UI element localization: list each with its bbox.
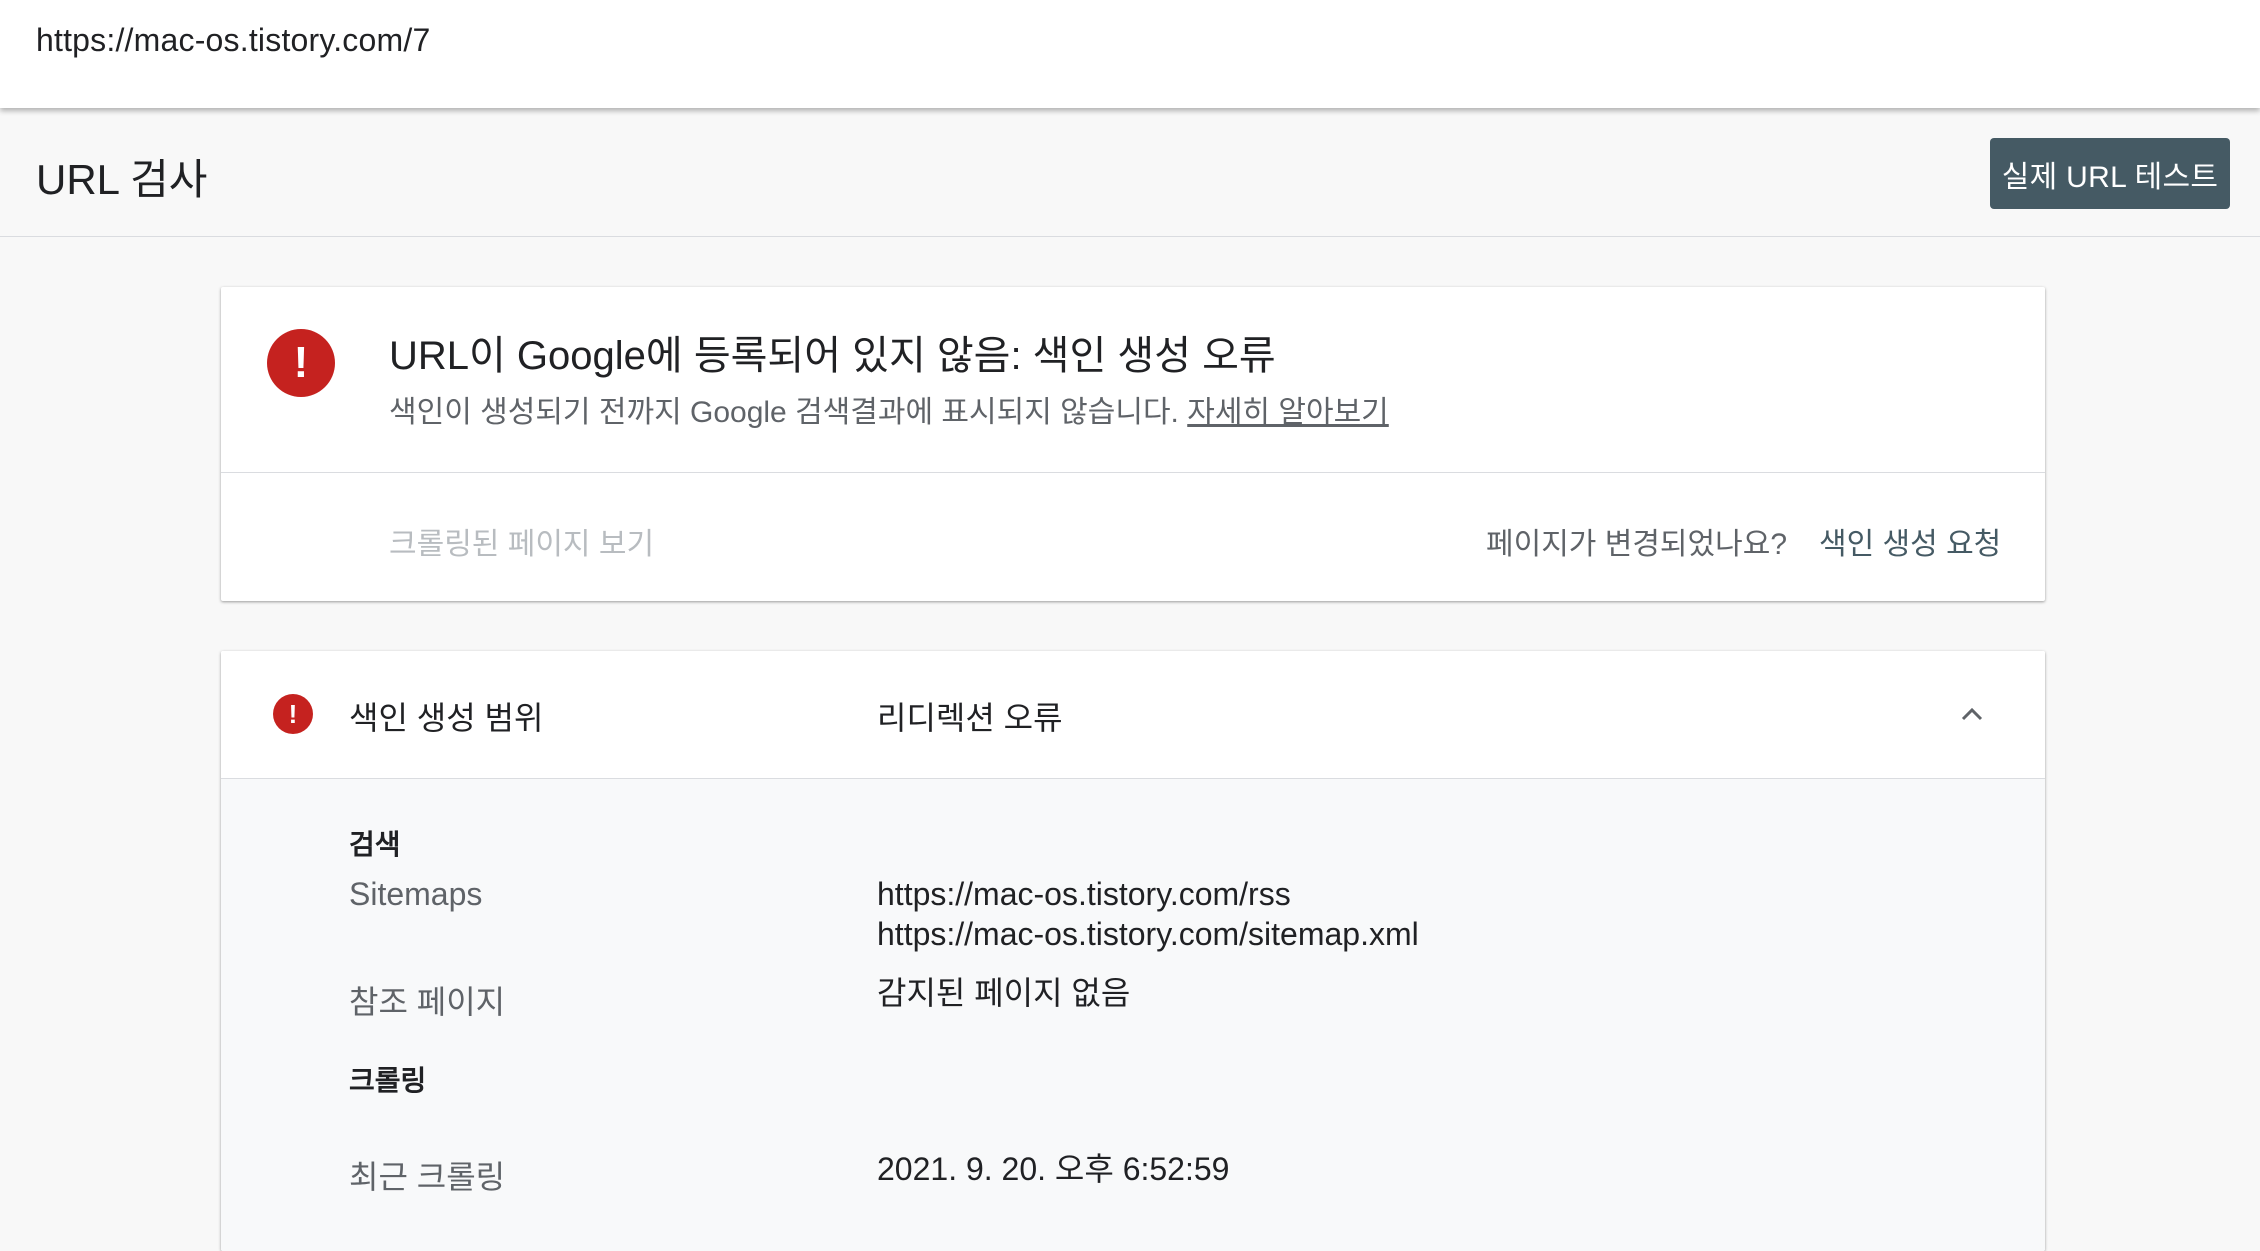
test-live-url-button[interactable]: 실제 URL 테스트 xyxy=(1990,138,2230,209)
view-crawled-page-button[interactable]: 크롤링된 페이지 보기 xyxy=(389,519,654,563)
coverage-value: 리디렉션 오류 xyxy=(877,700,1063,736)
request-indexing-button[interactable]: 색인 생성 요청 xyxy=(1819,519,2001,563)
referring-page-value: 감지된 페이지 없음 xyxy=(877,975,1131,1011)
inspected-url-input[interactable]: https://mac-os.tistory.com/7 xyxy=(36,22,430,59)
page-changed-question: 페이지가 변경되었나요? xyxy=(1486,528,1788,561)
status-card: ! URL이 Google에 등록되어 있지 않음: 색인 생성 오류 색인이 … xyxy=(221,287,2045,601)
error-icon: ! xyxy=(273,694,313,734)
status-subtitle: 색인이 생성되기 전까지 Google 검색결과에 표시되지 않습니다. 자세히… xyxy=(389,387,1389,431)
discovery-heading: 검색 xyxy=(349,829,401,860)
status-headline: URL이 Google에 등록되어 있지 않음: 색인 생성 오류 xyxy=(389,334,1276,378)
sitemaps-key: Sitemaps xyxy=(349,876,483,912)
sitemap-link[interactable]: https://mac-os.tistory.com/rss xyxy=(877,874,1419,914)
last-crawl-value: 2021. 9. 20. 오후 6:52:59 xyxy=(877,1151,1230,1187)
coverage-label: 색인 생성 범위 xyxy=(349,700,544,736)
sitemaps-list: https://mac-os.tistory.com/rss https://m… xyxy=(877,874,1419,954)
sitemap-link[interactable]: https://mac-os.tistory.com/sitemap.xml xyxy=(877,914,1419,954)
learn-more-link[interactable]: 자세히 알아보기 xyxy=(1187,396,1389,429)
last-crawl-key: 최근 크롤링 xyxy=(349,1159,506,1195)
crawl-heading: 크롤링 xyxy=(349,1065,427,1096)
coverage-details: 검색 Sitemaps https://mac-os.tistory.com/r… xyxy=(221,779,2045,1251)
chevron-up-icon[interactable] xyxy=(1959,701,1985,727)
status-subtitle-text: 색인이 생성되기 전까지 Google 검색결과에 표시되지 않습니다. xyxy=(389,396,1179,429)
coverage-card: ! 색인 생성 범위 리디렉션 오류 검색 Sitemaps https://m… xyxy=(221,651,2045,1251)
url-inspection-bar: https://mac-os.tistory.com/7 xyxy=(0,0,2260,108)
page-header: URL 검사 실제 URL 테스트 xyxy=(0,108,2260,237)
coverage-row[interactable]: ! 색인 생성 범위 리디렉션 오류 xyxy=(221,651,2045,779)
error-icon: ! xyxy=(267,329,335,397)
referring-page-key: 참조 페이지 xyxy=(349,984,506,1020)
divider xyxy=(221,472,2045,473)
page-title: URL 검사 xyxy=(36,156,208,203)
